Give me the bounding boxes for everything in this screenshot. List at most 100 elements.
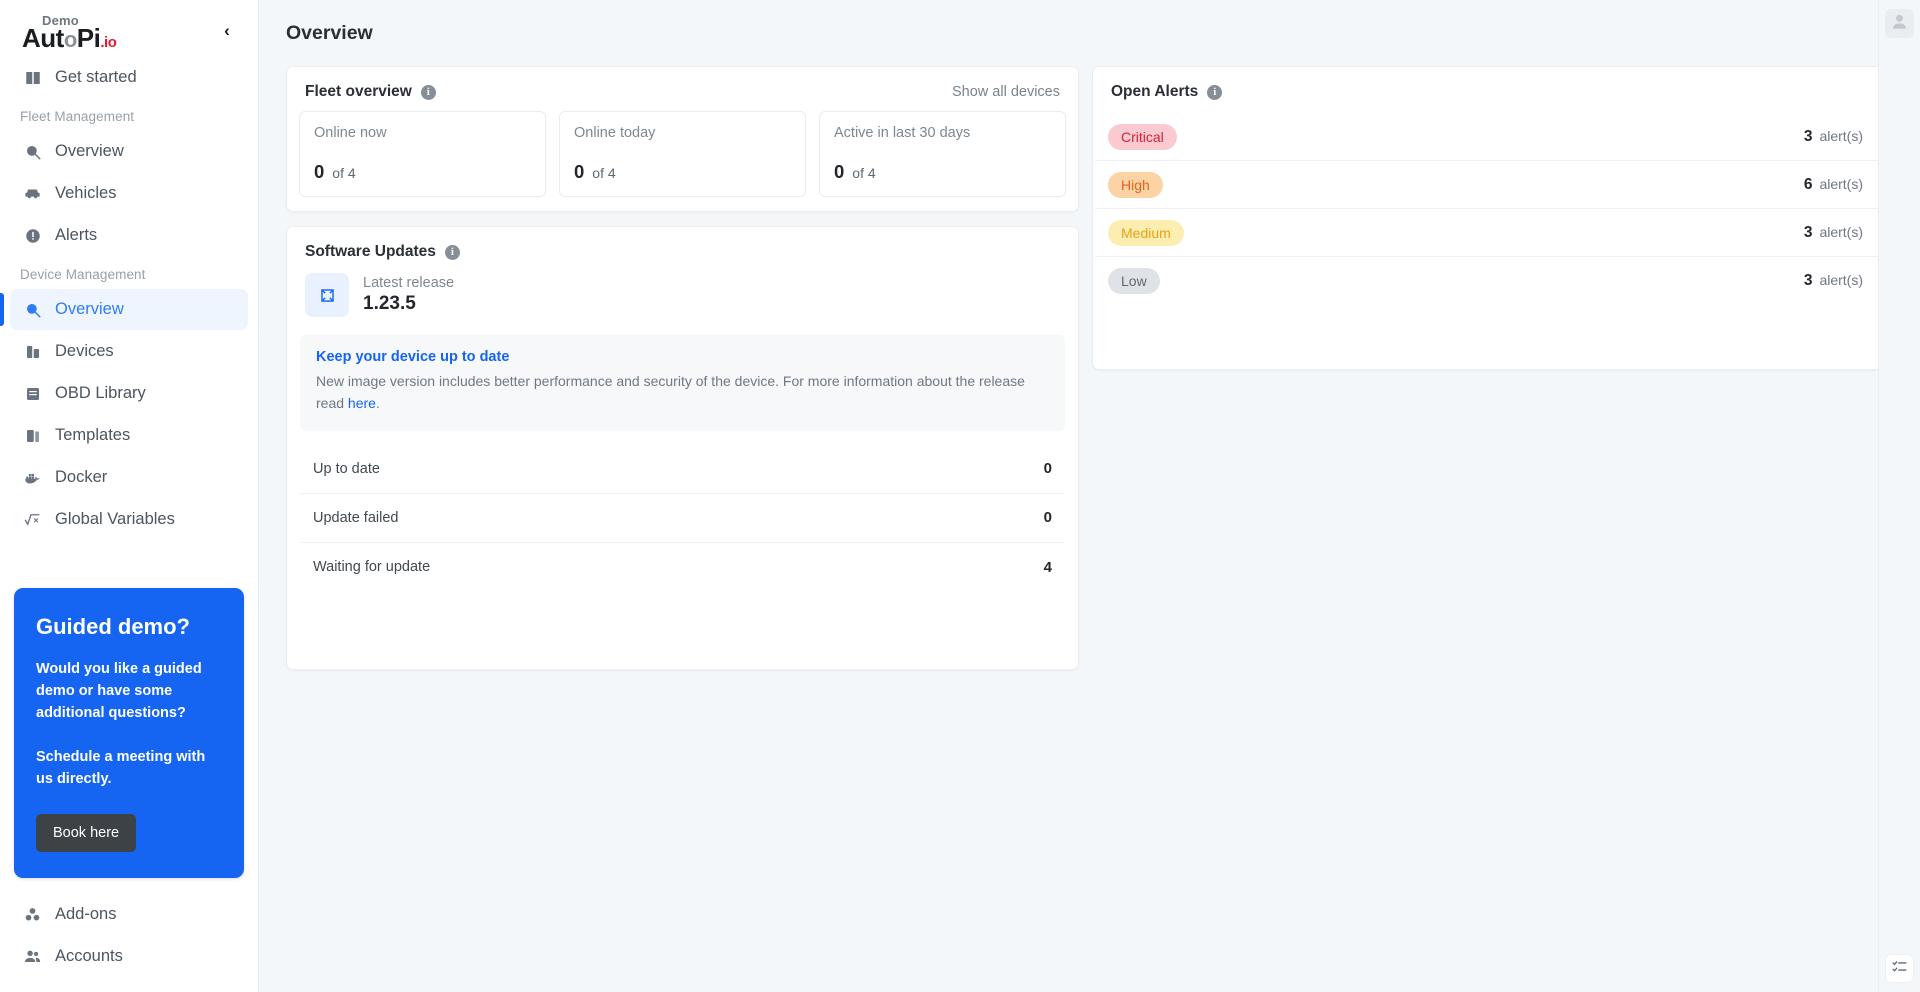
- info-icon[interactable]: i: [420, 84, 436, 100]
- brand-logo[interactable]: Demo AutoPi.io: [22, 10, 117, 53]
- status-badge[interactable]: High: [1108, 171, 1163, 198]
- software-updates-card: Software Updates i Latest release 1.23.5: [286, 226, 1079, 670]
- info-icon[interactable]: i: [444, 244, 460, 260]
- checklist-icon: [1891, 958, 1908, 980]
- sidebar-top: Demo AutoPi.io ‹ Get started Fleet Manag…: [0, 0, 258, 879]
- sidebar-item-label: Alerts: [55, 226, 98, 244]
- alert-count: 3: [1803, 127, 1813, 145]
- open-alerts-header: Open Alerts i: [1093, 67, 1883, 111]
- update-status-list: Up to date 0 Update failed 0 Waiting for…: [287, 431, 1078, 592]
- stat-label: Online today: [574, 125, 656, 141]
- fleet-overview-title-wrap: Fleet overview i: [301, 83, 436, 101]
- accounts-icon: [22, 946, 43, 967]
- notice-body: New image version includes better perfor…: [316, 370, 1049, 415]
- alert-count-wrap: 3 alert(s): [1804, 272, 1863, 290]
- stat-total: of 4: [332, 165, 356, 181]
- table-row[interactable]: High 6 alert(s): [1095, 161, 1881, 209]
- stat-value: 0 of 4: [834, 161, 1051, 183]
- book-here-button[interactable]: Book here: [36, 814, 137, 853]
- update-status-count: 0: [1043, 509, 1052, 527]
- sidebar-item-templates[interactable]: Templates: [10, 415, 248, 456]
- page-title: Overview: [286, 21, 373, 44]
- sidebar-item-get-started[interactable]: Get started: [10, 57, 248, 98]
- stat-number: 0: [314, 161, 325, 182]
- stat-total: of 4: [592, 165, 616, 181]
- update-status-count: 0: [1043, 460, 1052, 478]
- alert-icon: [22, 225, 43, 246]
- right-column: Open Alerts i Critical 3 alert(s) High 6…: [1092, 66, 1884, 370]
- show-all-devices-link[interactable]: Show all devices: [952, 84, 1060, 100]
- sidebar-item-accounts[interactable]: Accounts: [10, 936, 248, 977]
- sidebar-item-device-overview[interactable]: Overview: [0, 289, 248, 330]
- docker-icon: [22, 467, 43, 488]
- notice-body-part1: New image version includes better perfor…: [316, 373, 1025, 412]
- sidebar-group-device-management: Device Management: [20, 267, 146, 282]
- table-row[interactable]: Critical 3 alert(s): [1095, 113, 1881, 161]
- release-tag-icon: [305, 273, 349, 317]
- sidebar-item-alerts[interactable]: Alerts: [10, 215, 248, 256]
- update-status-label: Update failed: [313, 509, 399, 526]
- brand-name: AutoPi.io: [22, 23, 117, 53]
- sidebar: Demo AutoPi.io ‹ Get started Fleet Manag…: [0, 0, 259, 992]
- software-updates-header: Software Updates i: [287, 227, 1078, 271]
- release-text: Latest release 1.23.5: [363, 275, 454, 315]
- brand-name-o: o: [63, 27, 77, 52]
- search-chart-icon: [22, 141, 43, 162]
- avatar[interactable]: [1885, 9, 1914, 38]
- sidebar-header: Demo AutoPi.io ‹: [0, 0, 258, 56]
- app-root: Demo AutoPi.io ‹ Get started Fleet Manag…: [0, 0, 1920, 992]
- car-icon: [22, 183, 43, 204]
- software-updates-title-wrap: Software Updates i: [301, 243, 460, 261]
- fleet-stats-row: Online now 0 of 4 Online today 0 of 4 Ac…: [287, 111, 1078, 211]
- status-badge[interactable]: Medium: [1108, 219, 1184, 246]
- book-icon: [22, 67, 43, 88]
- fleet-overview-title: Fleet overview: [305, 83, 412, 100]
- left-column: Fleet overview i Show all devices Online…: [286, 66, 1079, 670]
- brand-name-tld: .io: [100, 34, 117, 51]
- brand-name-part2: Pi: [76, 23, 101, 53]
- sidebar-item-global-variables[interactable]: Global Variables: [10, 499, 248, 540]
- fleet-overview-card: Fleet overview i Show all devices Online…: [286, 66, 1079, 212]
- sidebar-item-obd-library[interactable]: OBD Library: [10, 373, 248, 414]
- sidebar-item-label: Vehicles: [55, 184, 117, 202]
- page-header: Overview: [259, 0, 1920, 66]
- table-row[interactable]: Medium 3 alert(s): [1095, 209, 1881, 257]
- sidebar-item-label: Accounts: [55, 947, 123, 965]
- stat-active-last-30-days: Active in last 30 days 0 of 4: [819, 111, 1066, 197]
- notice-here-link[interactable]: here: [348, 395, 376, 411]
- open-alerts-card: Open Alerts i Critical 3 alert(s) High 6…: [1092, 66, 1884, 370]
- alert-count: 6: [1803, 175, 1813, 193]
- update-status-label: Up to date: [313, 460, 380, 477]
- table-row[interactable]: Low 3 alert(s): [1095, 257, 1881, 305]
- alert-unit: alert(s): [1819, 175, 1863, 192]
- open-alerts-list: Critical 3 alert(s) High 6 alert(s) Medi…: [1093, 111, 1883, 305]
- sidebar-item-label: OBD Library: [55, 384, 146, 402]
- sidebar-item-add-ons[interactable]: Add-ons: [10, 894, 248, 935]
- info-icon[interactable]: i: [1207, 84, 1223, 100]
- software-updates-title: Software Updates: [305, 243, 436, 260]
- addons-icon: [22, 904, 43, 925]
- sidebar-collapse-button[interactable]: ‹: [214, 18, 240, 44]
- status-badge[interactable]: Critical: [1108, 123, 1177, 150]
- right-rail: [1878, 0, 1920, 992]
- search-chart-icon: [22, 299, 43, 320]
- sidebar-item-devices[interactable]: Devices: [10, 331, 248, 372]
- sidebar-bottom: Add-ons Accounts: [0, 893, 258, 992]
- sidebar-item-label: Add-ons: [55, 905, 117, 923]
- promo-line1: Would you like a guided demo or have som…: [36, 661, 202, 722]
- sidebar-item-docker[interactable]: Docker: [10, 457, 248, 498]
- sidebar-nav: Get started Fleet Management Overview Ve…: [0, 57, 258, 540]
- table-row: Up to date 0: [301, 445, 1064, 494]
- brand-name-part1: Aut: [22, 23, 64, 53]
- stat-value: 0 of 4: [314, 161, 531, 183]
- latest-release-row: Latest release 1.23.5: [287, 271, 1078, 317]
- sidebar-item-vehicles[interactable]: Vehicles: [10, 173, 248, 214]
- device-icon: [22, 341, 43, 362]
- release-version: 1.23.5: [363, 293, 416, 314]
- tasks-button[interactable]: [1885, 954, 1914, 983]
- alert-unit: alert(s): [1819, 127, 1863, 144]
- notice-title[interactable]: Keep your device up to date: [316, 349, 1049, 365]
- table-row: Update failed 0: [301, 494, 1064, 543]
- sidebar-item-fleet-overview[interactable]: Overview: [10, 131, 248, 172]
- status-badge[interactable]: Low: [1108, 268, 1160, 294]
